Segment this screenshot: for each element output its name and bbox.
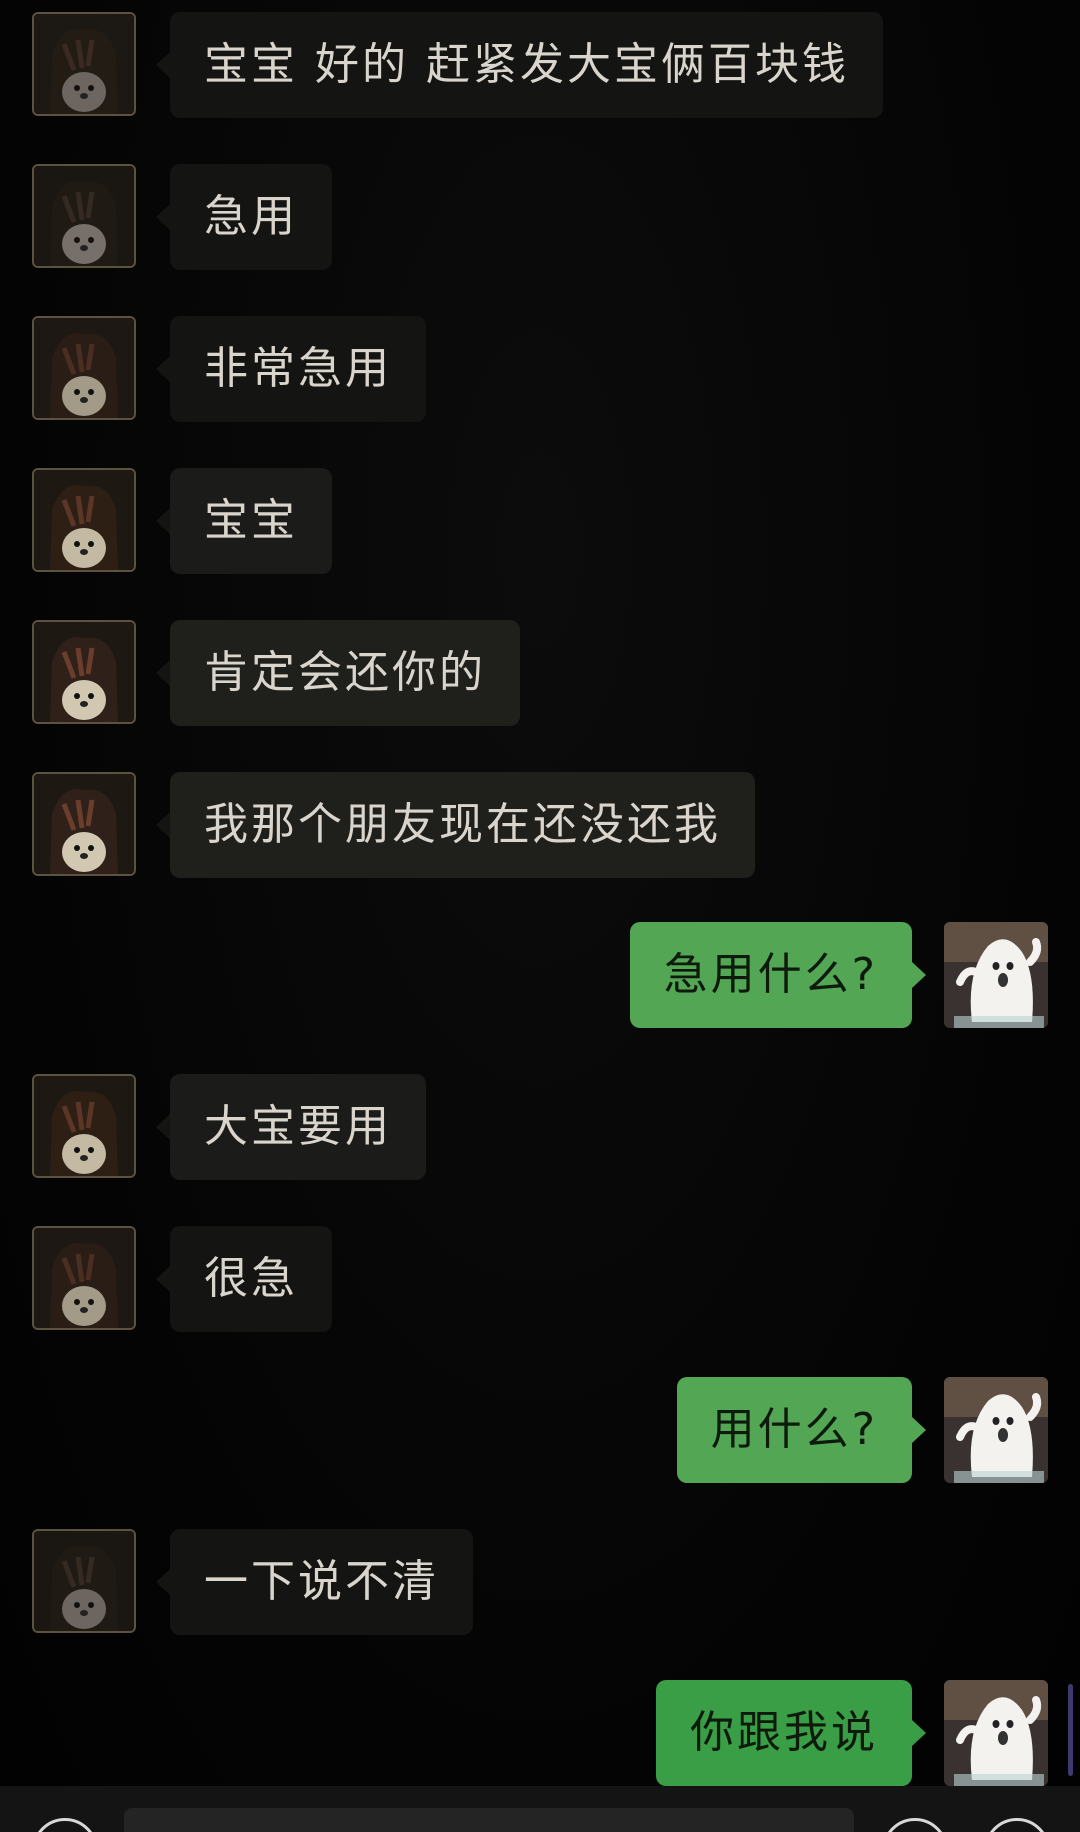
message-row: 一下说不清 xyxy=(0,1529,1080,1635)
hedgehog-avatar[interactable] xyxy=(32,12,136,116)
message-bubble[interactable]: 急用什么? xyxy=(629,922,927,1028)
message-bubble[interactable]: 我那个朋友现在还没还我 xyxy=(156,772,755,878)
message-row: 大宝要用 xyxy=(0,1074,1080,1180)
hedgehog-avatar[interactable] xyxy=(32,316,136,420)
message-bubble[interactable]: 大宝要用 xyxy=(156,1074,426,1180)
hedgehog-avatar[interactable] xyxy=(32,620,136,724)
message-row: 急用 xyxy=(0,164,1080,270)
message-row: 宝宝 好的 赶紧发大宝俩百块钱 xyxy=(0,12,1080,118)
message-input[interactable] xyxy=(124,1808,854,1832)
message-bubble[interactable]: 非常急用 xyxy=(156,316,426,422)
message-row: 非常急用 xyxy=(0,316,1080,422)
hedgehog-avatar[interactable] xyxy=(32,1529,136,1633)
message-bubble[interactable]: 一下说不清 xyxy=(156,1529,473,1635)
ghost-avatar[interactable] xyxy=(944,1377,1048,1483)
message-bubble[interactable]: 肯定会还你的 xyxy=(156,620,520,726)
message-row: 肯定会还你的 xyxy=(0,620,1080,726)
scroll-indicator[interactable] xyxy=(1068,1684,1073,1776)
message-bubble[interactable]: 用什么? xyxy=(676,1377,927,1483)
message-row: 你跟我说 xyxy=(0,1680,1080,1786)
ghost-avatar[interactable] xyxy=(944,1680,1048,1786)
message-row: 用什么? xyxy=(0,1377,1080,1483)
message-bubble[interactable]: 你跟我说 xyxy=(656,1680,926,1786)
ghost-avatar[interactable] xyxy=(944,922,1048,1028)
message-row: 我那个朋友现在还没还我 xyxy=(0,772,1080,878)
message-bubble[interactable]: 宝宝 xyxy=(156,468,332,574)
message-bubble[interactable]: 急用 xyxy=(156,164,332,270)
message-row: 宝宝 xyxy=(0,468,1080,574)
chat-screen: 宝宝 好的 赶紧发大宝俩百块钱 急用 非常急用 宝宝 肯定会还你的 我那个朋友现… xyxy=(0,0,1080,1832)
hedgehog-avatar[interactable] xyxy=(32,772,136,876)
hedgehog-avatar[interactable] xyxy=(32,1074,136,1178)
message-row: 急用什么? xyxy=(0,922,1080,1028)
hedgehog-avatar[interactable] xyxy=(32,1226,136,1330)
hedgehog-avatar[interactable] xyxy=(32,164,136,268)
message-bubble[interactable]: 宝宝 好的 赶紧发大宝俩百块钱 xyxy=(156,12,883,118)
message-bubble[interactable]: 很急 xyxy=(156,1226,332,1332)
message-row: 很急 xyxy=(0,1226,1080,1332)
hedgehog-avatar[interactable] xyxy=(32,468,136,572)
